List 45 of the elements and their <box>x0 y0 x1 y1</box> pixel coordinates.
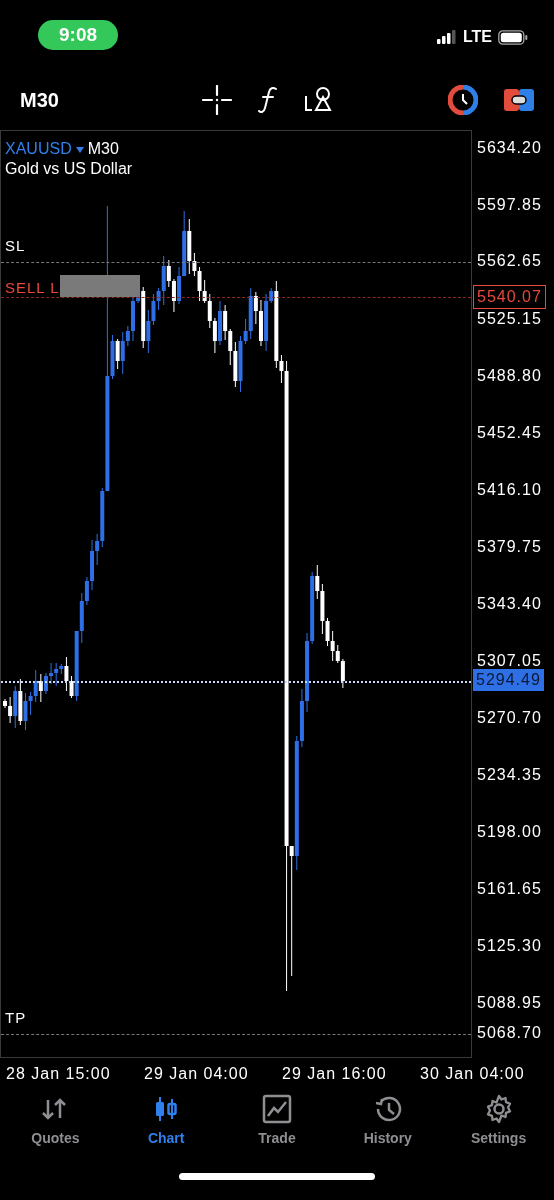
chart-timeframe: M30 <box>87 140 119 157</box>
price-tick-label: 5307.05 <box>477 652 542 670</box>
tab[interactable]: Quotes <box>0 1090 111 1160</box>
price-tick-label: 5379.75 <box>477 538 542 556</box>
network-label: LTE <box>462 28 492 46</box>
timeframe-button[interactable]: M30 <box>20 88 202 112</box>
price-tick-label: 5161.65 <box>477 880 542 898</box>
battery-icon <box>498 29 528 45</box>
symbol-description: Gold vs US Dollar <box>5 160 133 177</box>
price-tick-label: 5597.85 <box>477 196 542 214</box>
time-tick-label: 30 Jan 04:00 <box>420 1065 526 1083</box>
sl-price-label: 5562.65 <box>477 252 542 270</box>
one-click-trading-icon[interactable] <box>504 87 534 113</box>
price-tick-label: 5634.20 <box>477 139 542 157</box>
tab[interactable]: History <box>332 1090 444 1160</box>
clock-toggle-icon[interactable] <box>448 85 478 115</box>
price-tick-label: 5198.00 <box>477 823 542 841</box>
tp-price-label: 5068.70 <box>477 1024 542 1042</box>
tab[interactable]: Settings <box>443 1090 554 1160</box>
crosshair-icon[interactable] <box>202 85 232 115</box>
sell-label: SELL L <box>5 279 60 296</box>
price-tick-label: 5488.80 <box>477 367 542 385</box>
time-tick-label: 28 Jan 15:00 <box>6 1065 112 1083</box>
price-tick-label: 5234.35 <box>477 766 542 784</box>
signal-icon <box>436 30 457 44</box>
sl-label: SL <box>5 237 26 254</box>
price-tick-label: 5525.15 <box>477 310 542 328</box>
tp-label: TP <box>5 1009 27 1026</box>
price-tick-label: 5452.45 <box>477 424 542 442</box>
price-tick-label: 5088.95 <box>477 994 542 1012</box>
time-tick-label: 29 Jan 16:00 <box>282 1065 388 1083</box>
tab[interactable]: Chart <box>110 1090 222 1160</box>
dropdown-caret-icon[interactable] <box>75 146 84 154</box>
symbol-name[interactable]: XAUUSD <box>5 140 72 157</box>
price-tick-label: 5343.40 <box>477 595 542 613</box>
price-tick-label: 5270.70 <box>477 709 542 727</box>
price-tick-label: 5125.30 <box>477 937 542 955</box>
tab[interactable]: Trade <box>221 1090 333 1160</box>
sell-price-badge: 5540.07 <box>473 285 546 309</box>
time-tick-label: 29 Jan 04:00 <box>144 1065 250 1083</box>
current-price-badge: 5294.49 <box>473 669 544 691</box>
function-icon[interactable] <box>258 85 278 115</box>
line-chart-icon <box>262 1094 292 1124</box>
price-tick-label: 5416.10 <box>477 481 542 499</box>
status-time: 9:08 <box>38 20 118 50</box>
